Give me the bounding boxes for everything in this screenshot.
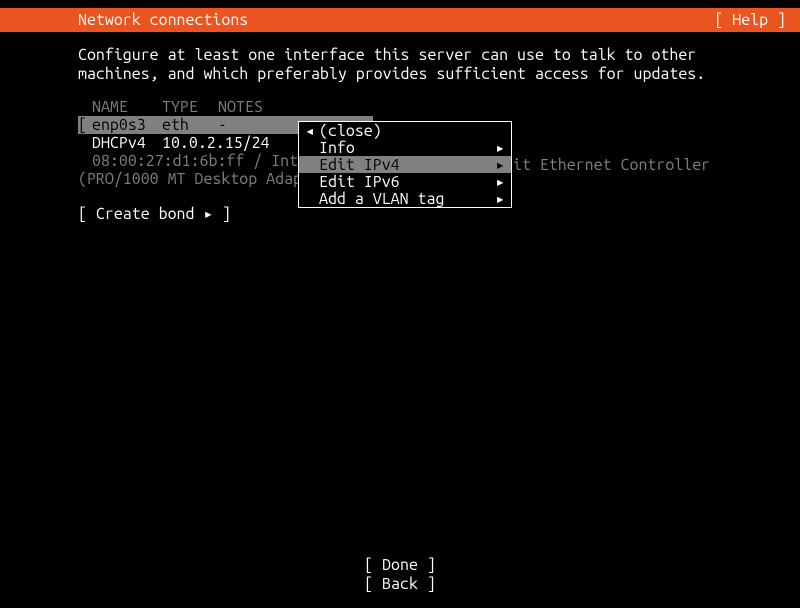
menu-info-label: Info bbox=[319, 139, 495, 157]
menu-info[interactable]: Info ▸ bbox=[299, 139, 511, 156]
interface-menu-popup: ◂ (close) Info ▸ Edit IPv4 ▸ Edit IPv6 ▸… bbox=[298, 121, 512, 208]
bracket-left: [ bbox=[78, 116, 92, 134]
dhcp-label: DHCPv4 bbox=[92, 134, 162, 152]
menu-edit-ipv6[interactable]: Edit IPv6 ▸ bbox=[299, 173, 511, 190]
bottom-buttons: [ Done ] [ Back ] bbox=[0, 556, 800, 594]
menu-edit-ipv4-label: Edit IPv4 bbox=[319, 156, 495, 174]
instruction-text: Configure at least one interface this se… bbox=[78, 46, 722, 84]
menu-close[interactable]: ◂ (close) bbox=[299, 122, 511, 139]
page-title: Network connections bbox=[78, 11, 248, 29]
back-button[interactable]: [ Back ] bbox=[0, 575, 800, 594]
menu-edit-ipv6-label: Edit IPv6 bbox=[319, 173, 495, 191]
table-header: NAMETYPENOTES bbox=[78, 98, 722, 116]
help-button[interactable]: [ Help ] bbox=[714, 11, 786, 29]
dhcp-ip: 10.0.2.15/24 bbox=[162, 134, 270, 152]
col-header-notes: NOTES bbox=[218, 98, 263, 116]
chevron-left-icon: ◂ bbox=[305, 121, 319, 140]
hw-tail: it Ethernet Controller bbox=[513, 156, 710, 174]
menu-close-label: (close) bbox=[319, 122, 505, 140]
iface-type: eth bbox=[162, 116, 218, 134]
col-header-type: TYPE bbox=[162, 98, 218, 116]
menu-add-vlan[interactable]: Add a VLAN tag ▸ bbox=[299, 190, 511, 207]
menu-add-vlan-label: Add a VLAN tag bbox=[319, 190, 495, 208]
menu-edit-ipv4[interactable]: Edit IPv4 ▸ bbox=[299, 156, 511, 173]
col-header-name: NAME bbox=[92, 98, 162, 116]
iface-name: enp0s3 bbox=[92, 116, 162, 134]
header-bar: Network connections [ Help ] bbox=[0, 8, 800, 32]
done-button[interactable]: [ Done ] bbox=[0, 556, 800, 575]
chevron-right-icon: ▸ bbox=[495, 189, 505, 208]
